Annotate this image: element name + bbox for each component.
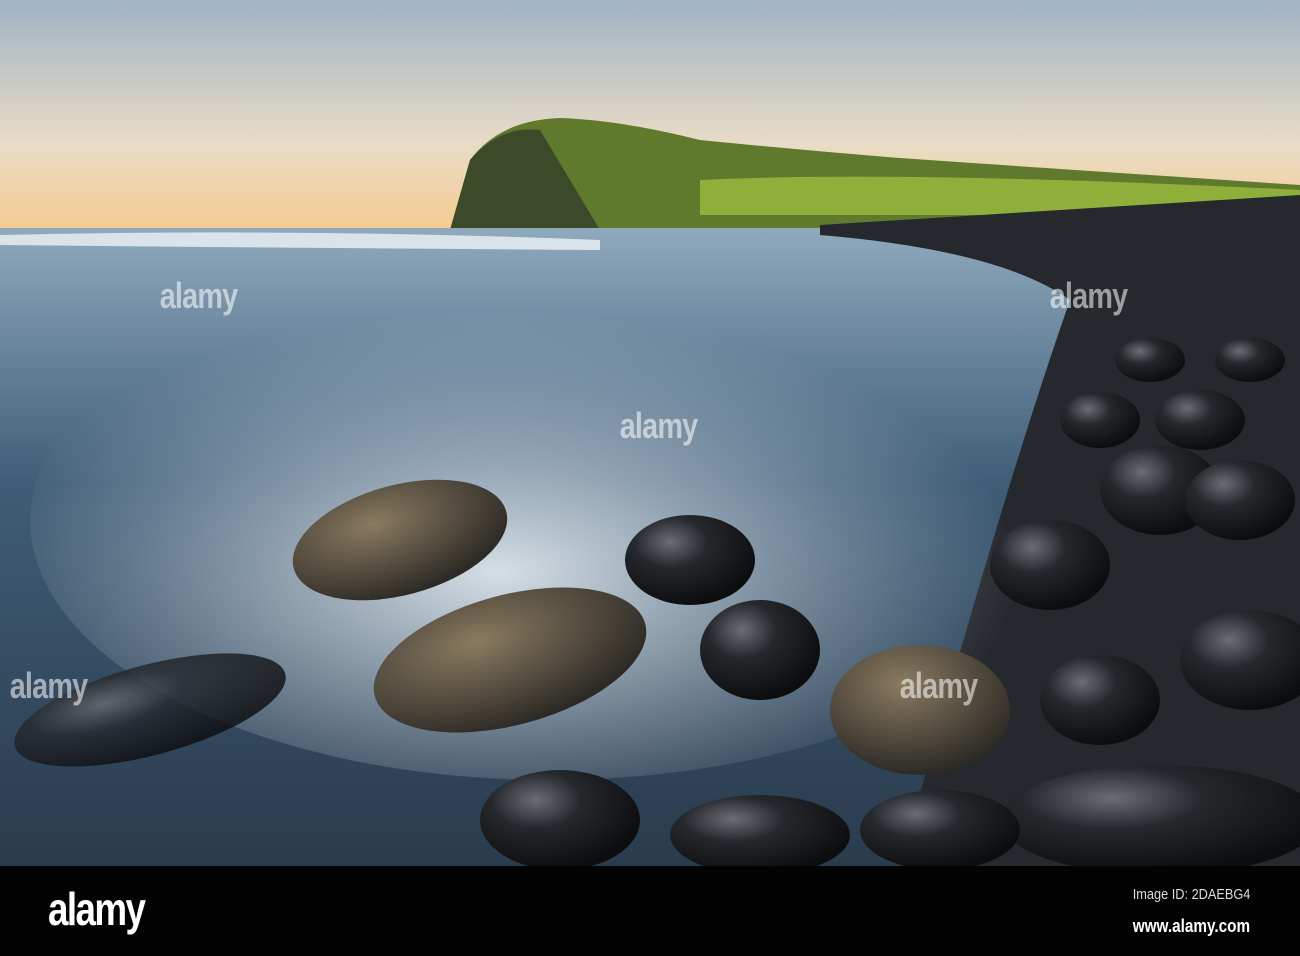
watermark: alamy [1049,275,1128,316]
watermark: alamy [619,405,698,446]
alamy-logo: alamy [48,883,146,935]
watermark: alamy [9,665,88,706]
watermark: alamy [159,275,238,316]
watermark: alamy [899,665,978,706]
image-id: Image ID: 2DAEBG4 [1132,886,1250,903]
footer-bar: alamy Image ID: 2DAEBG4 www.alamy.com [0,866,1300,956]
site-url: www.alamy.com [1132,916,1250,936]
